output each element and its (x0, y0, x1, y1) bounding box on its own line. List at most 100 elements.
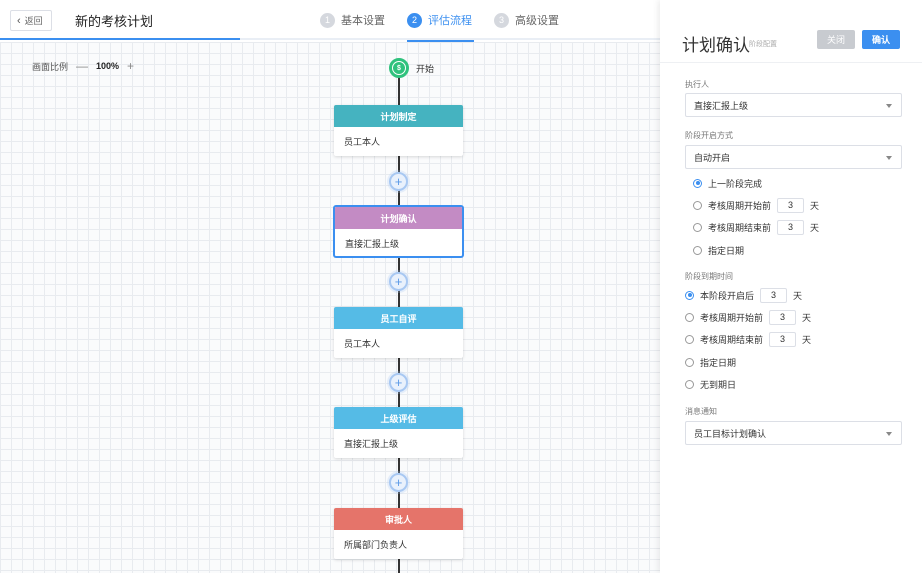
due-option-cycle-end[interactable]: 考核周期结束前 3 天 (685, 331, 811, 347)
add-node-button[interactable]: + (387, 371, 410, 394)
close-button[interactable]: 关闭 (817, 30, 855, 49)
radio-icon (685, 290, 694, 300)
zoom-label: 画面比例 (32, 61, 69, 72)
start-mode-value: 自动开启 (694, 152, 731, 163)
chevron-left-icon: ‹ (17, 14, 21, 27)
confirm-button[interactable]: 确认 (862, 30, 900, 49)
plus-icon: + (394, 174, 403, 189)
unit-label: 天 (802, 334, 812, 345)
due-label: 阶段到期时间 (685, 272, 733, 281)
node-assignee: 直接汇报上级 (345, 239, 400, 249)
option-label: 考核周期开始前 (700, 312, 764, 323)
option-label: 考核周期结束前 (708, 222, 772, 233)
start-icon: $ (393, 62, 405, 74)
executor-select[interactable]: 直接汇报上级 (685, 93, 902, 117)
back-button[interactable]: ‹ 返回 (10, 10, 52, 31)
radio-icon (685, 312, 694, 322)
start-mode-label: 阶段开启方式 (685, 131, 733, 140)
page-title: 新的考核计划 (75, 14, 154, 29)
panel-title: 计划确认 (682, 36, 750, 55)
header-accent-bar (0, 38, 240, 40)
top-header: ‹ 返回 新的考核计划 1 基本设置 2 评估流程 3 高级设置 (0, 0, 660, 42)
stage-config-panel: 计划确认 阶段配置 关闭 确认 执行人 直接汇报上级 阶段开启方式 自动开启 上… (660, 0, 922, 573)
caret-down-icon (886, 156, 892, 160)
notify-value: 员工目标计划确认 (694, 428, 767, 439)
option-label: 指定日期 (708, 245, 745, 256)
plus-icon: + (394, 274, 403, 289)
due-option-cycle-start[interactable]: 考核周期开始前 3 天 (685, 309, 811, 325)
add-node-button[interactable]: + (387, 270, 410, 293)
flow-node-plan-confirm[interactable]: 计划确认 直接汇报上级 (334, 206, 463, 257)
zoom-control: 画面比例 — 100% + (32, 59, 134, 73)
tab-evaluation-flow[interactable]: 2 评估流程 (407, 0, 474, 42)
start-option-prev-stage[interactable]: 上一阶段完成 (693, 175, 762, 191)
start-option-date[interactable]: 指定日期 (693, 242, 744, 258)
node-assignee: 所属部门负责人 (344, 540, 408, 550)
option-label: 指定日期 (700, 357, 737, 368)
flow-node-approver[interactable]: 审批人 所属部门负责人 (334, 508, 463, 559)
step-number: 2 (407, 12, 422, 28)
radio-icon (693, 200, 702, 210)
option-label: 本阶段开启后 (700, 290, 755, 301)
node-assignee: 员工本人 (344, 339, 381, 349)
panel-subtitle: 阶段配置 (749, 41, 777, 48)
notify-select[interactable]: 员工目标计划确认 (685, 421, 902, 445)
tab-advanced-settings[interactable]: 3 高级设置 (494, 0, 559, 40)
radio-icon (693, 245, 702, 255)
caret-down-icon (886, 104, 892, 108)
due-option-none[interactable]: 无到期日 (685, 376, 736, 392)
days-input[interactable]: 3 (777, 197, 805, 213)
days-input[interactable]: 3 (769, 331, 797, 347)
notify-label: 消息通知 (685, 407, 717, 416)
flow-node-self-review[interactable]: 员工自评 员工本人 (334, 307, 463, 358)
radio-icon (693, 178, 702, 188)
step-tabs: 1 基本设置 2 评估流程 3 高级设置 (320, 0, 581, 42)
unit-label: 天 (793, 290, 803, 301)
node-assignee: 直接汇报上级 (344, 439, 399, 449)
unit-label: 天 (810, 200, 820, 211)
unit-label: 天 (810, 222, 820, 233)
tab-basic-settings[interactable]: 1 基本设置 (320, 0, 385, 40)
option-label: 无到期日 (700, 379, 737, 390)
start-option-cycle-start[interactable]: 考核周期开始前 3 天 (693, 197, 819, 213)
plus-icon: + (394, 475, 403, 490)
caret-down-icon (886, 432, 892, 436)
zoom-value: 100% (96, 61, 120, 71)
node-title: 计划确认 (335, 207, 462, 229)
start-mode-select[interactable]: 自动开启 (685, 145, 902, 169)
days-input[interactable]: 3 (760, 287, 788, 303)
flow-node-plan-create[interactable]: 计划制定 员工本人 (334, 105, 463, 156)
node-title: 员工自评 (334, 307, 463, 329)
add-node-button[interactable]: + (387, 471, 410, 494)
radio-icon (685, 334, 694, 344)
panel-header: 计划确认 阶段配置 关闭 确认 (660, 0, 922, 63)
step-number: 3 (494, 12, 509, 28)
node-title: 计划制定 (334, 105, 463, 127)
add-node-button[interactable]: + (387, 170, 410, 193)
days-input[interactable]: 3 (777, 219, 805, 235)
zoom-out-button[interactable]: — (76, 59, 88, 73)
radio-icon (693, 222, 702, 232)
step-number: 1 (320, 12, 335, 28)
due-option-date[interactable]: 指定日期 (685, 354, 736, 370)
option-label: 考核周期结束前 (700, 334, 764, 345)
radio-icon (685, 357, 694, 367)
days-input[interactable]: 3 (769, 309, 797, 325)
node-title: 上级评估 (334, 407, 463, 429)
zoom-in-button[interactable]: + (127, 59, 134, 73)
start-label: 开始 (416, 64, 435, 74)
option-label: 上一阶段完成 (708, 178, 763, 189)
due-option-after-open[interactable]: 本阶段开启后 3 天 (685, 287, 802, 303)
executor-label: 执行人 (685, 80, 709, 89)
flow-node-manager-review[interactable]: 上级评估 直接汇报上级 (334, 407, 463, 458)
start-node: $ (389, 58, 409, 78)
step-label: 评估流程 (428, 15, 472, 27)
step-label: 基本设置 (341, 15, 385, 27)
unit-label: 天 (802, 312, 812, 323)
flow-canvas[interactable]: 画面比例 — 100% + $ 开始 计划制定 员工本人 + 计划确认 直接汇报… (0, 42, 660, 573)
node-title: 审批人 (334, 508, 463, 530)
plus-icon: + (394, 375, 403, 390)
start-option-cycle-end[interactable]: 考核周期结束前 3 天 (693, 219, 819, 235)
executor-value: 直接汇报上级 (694, 100, 749, 111)
radio-icon (685, 379, 694, 389)
